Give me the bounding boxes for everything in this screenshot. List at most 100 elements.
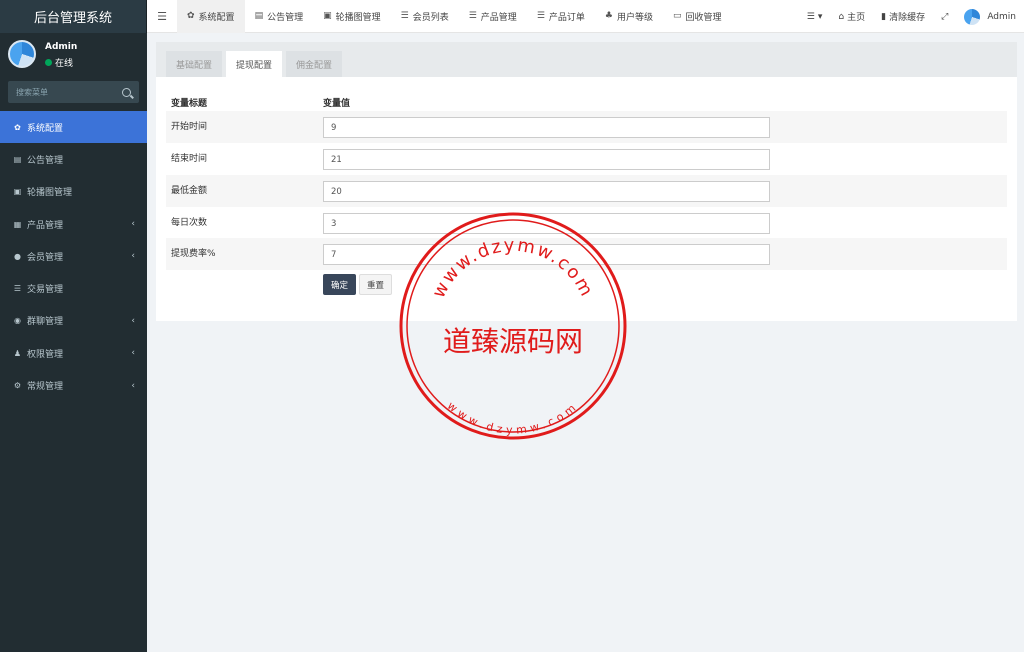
tab-label: 回收管理 [685, 12, 722, 23]
tab-user-levels[interactable]: ♣ 用户等级 [595, 0, 663, 33]
min-amount-input[interactable] [323, 181, 770, 202]
tab-announcements[interactable]: ▤ 公告管理 [245, 0, 314, 33]
sidebar-item-label: 系统配置 [27, 123, 64, 134]
tab-label: 系统配置 [198, 12, 235, 23]
header-variable-title: 变量标题 [171, 98, 208, 109]
subtab-basic-config[interactable]: 基础配置 [166, 51, 223, 77]
tab-banners[interactable]: ▣ 轮播图管理 [313, 0, 391, 33]
avatar [964, 8, 981, 25]
sidebar-item-label: 交易管理 [27, 285, 64, 296]
trash-icon: ▮ [881, 11, 887, 22]
users-icon: ♟ [13, 348, 22, 358]
user-status-label: 在线 [55, 59, 74, 69]
user-icon: ● [14, 251, 21, 261]
seal-center-text: 道臻源码网 [443, 325, 583, 358]
clear-cache-button[interactable]: ▮ 清除缓存 [873, 0, 933, 33]
image-icon: ▣ [323, 11, 332, 21]
document-icon: ▤ [13, 154, 22, 164]
config-subtabs: 基础配置 提现配置 佣金配置 [156, 42, 1017, 77]
sidebar-search-input[interactable] [8, 87, 118, 97]
config-table-header: 变量标题 变量值 [166, 92, 1007, 112]
tab-system-config[interactable]: ✿ 系统配置 [177, 0, 245, 33]
chevron-left-icon: ‹ [131, 315, 135, 326]
config-panel: 基础配置 提现配置 佣金配置 变量标题 变量值 开始时间 结束时间 最低金额 每… [156, 42, 1017, 321]
sidebar-item-label: 会员管理 [27, 252, 64, 263]
sidebar-item-transactions[interactable]: ☰ 交易管理 [0, 272, 147, 304]
confirm-button[interactable]: 确定 [323, 274, 356, 295]
seal-ring-text-bottom: www.dzymw.com [445, 399, 582, 437]
clear-cache-label: 清除缓存 [889, 13, 926, 23]
tab-label: 产品管理 [480, 12, 517, 23]
caret-down-icon: ▾ [817, 11, 823, 22]
sidebar-item-products[interactable]: ▦ 产品管理 ‹ [0, 208, 147, 240]
search-icon[interactable] [122, 87, 131, 97]
fullscreen-icon: ⤢ [941, 11, 949, 22]
start-time-input[interactable] [323, 117, 770, 138]
list-icon: ☰ [400, 11, 409, 21]
end-time-input[interactable] [323, 149, 770, 170]
online-dot-icon [45, 59, 52, 66]
tab-recycle[interactable]: ▭ 回收管理 [663, 0, 732, 33]
sidebar-item-label: 产品管理 [27, 220, 64, 231]
fee-rate-input[interactable] [323, 244, 770, 265]
tab-label: 轮播图管理 [335, 12, 381, 23]
header-variable-value: 变量值 [323, 98, 351, 109]
sidebar-search [8, 81, 139, 103]
home-label: 主页 [847, 13, 866, 23]
sidebar-item-system-config[interactable]: ✿ 系统配置 [0, 111, 147, 144]
config-row-min-amount: 最低金额 [166, 175, 1007, 207]
sidebar-item-banners[interactable]: ▣ 轮播图管理 [0, 176, 147, 208]
sidebar-item-label: 公告管理 [27, 155, 64, 166]
tab-product-orders[interactable]: ☰ 产品订单 [527, 0, 595, 33]
list-icon: ☰ [536, 11, 545, 21]
tab-label: 公告管理 [267, 12, 304, 23]
tab-label: 会员列表 [412, 12, 449, 23]
row-label: 每日次数 [171, 218, 208, 228]
config-row-fee-rate: 提现费率% [166, 238, 1007, 270]
card-icon: ▭ [673, 11, 682, 21]
menu-toggle-icon[interactable]: ☰ [147, 10, 177, 23]
subtab-withdraw-config[interactable]: 提现配置 [226, 51, 283, 77]
navbar-right: ☰ ▾ ⌂ 主页 ▮ 清除缓存 ⤢ Admin [799, 0, 1024, 33]
sidebar-item-label: 常规管理 [27, 382, 64, 393]
row-label: 开始时间 [171, 122, 208, 132]
row-label: 最低金额 [171, 186, 208, 196]
gear-icon: ✿ [187, 11, 195, 21]
user-panel: Admin 在线 [0, 33, 147, 77]
sidebar-item-members[interactable]: ● 会员管理 ‹ [0, 240, 147, 272]
daily-count-input[interactable] [323, 213, 770, 234]
tab-label: 用户等级 [616, 12, 653, 23]
list-icon: ☰ [468, 11, 477, 21]
grid-icon: ▦ [13, 219, 22, 229]
sidebar-item-group-chat[interactable]: ◉ 群聊管理 ‹ [0, 305, 147, 337]
list-icon: ☰ [13, 284, 22, 294]
row-label: 提现费率% [171, 249, 216, 259]
app-title: 后台管理系统 [0, 0, 147, 33]
sidebar-item-permissions[interactable]: ♟ 权限管理 ‹ [0, 337, 147, 369]
chat-icon: ◉ [14, 316, 21, 326]
avatar [8, 40, 36, 68]
config-row-start-time: 开始时间 [166, 111, 1007, 143]
tab-products[interactable]: ☰ 产品管理 [459, 0, 527, 33]
list-icon: ☰ [806, 11, 815, 22]
subtab-commission-config[interactable]: 佣金配置 [286, 51, 343, 77]
cogs-icon: ⚙ [13, 381, 22, 391]
sidebar-item-label: 群聊管理 [27, 317, 64, 328]
home-link[interactable]: ⌂ 主页 [830, 0, 873, 33]
tab-label: 产品订单 [548, 12, 585, 23]
reset-button[interactable]: 重置 [359, 274, 392, 295]
chevron-left-icon: ‹ [131, 251, 135, 262]
tab-menu-dropdown[interactable]: ☰ ▾ [799, 0, 831, 33]
sidebar-item-general[interactable]: ⚙ 常规管理 ‹ [0, 369, 147, 401]
tab-member-list[interactable]: ☰ 会员列表 [391, 0, 459, 33]
sidebar-item-announcements[interactable]: ▤ 公告管理 [0, 143, 147, 175]
fullscreen-button[interactable]: ⤢ [933, 0, 956, 33]
sidebar-item-label: 权限管理 [27, 349, 64, 360]
image-icon: ▣ [13, 187, 22, 197]
home-icon: ⌂ [838, 11, 845, 22]
user-menu-label: Admin [987, 11, 1016, 22]
user-name: Admin [45, 42, 78, 52]
sidebar: 后台管理系统 Admin 在线 ✿ 系统配置 ▤ 公告管理 ▣ 轮播图管理 ▦ … [0, 0, 147, 652]
config-row-end-time: 结束时间 [166, 143, 1007, 175]
user-menu[interactable]: Admin [956, 0, 1024, 33]
